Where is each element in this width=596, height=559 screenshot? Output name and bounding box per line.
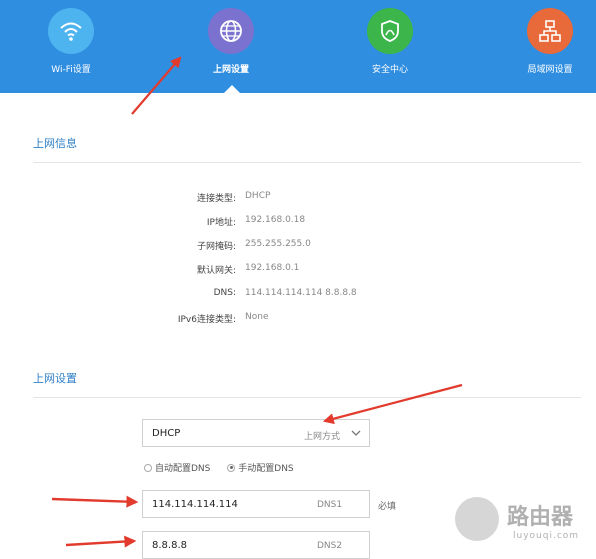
- required-label: 必填: [378, 502, 397, 512]
- info-value: 255.255.255.0: [245, 239, 311, 249]
- radio-label: 手动配置DNS: [238, 464, 294, 474]
- info-row-connection-type: 连接类型: DHCP: [0, 191, 596, 207]
- info-row-subnet: 子网掩码: 255.255.255.0: [0, 239, 596, 255]
- network-icon: [527, 8, 573, 54]
- info-label: 连接类型:: [196, 194, 236, 204]
- radio-manual-dns[interactable]: 手动配置DNS: [227, 461, 294, 474]
- watermark-text: 路由器: [507, 505, 574, 530]
- watermark-logo: [455, 497, 499, 541]
- dns2-tag: DNS2: [317, 541, 343, 551]
- info-label: IP地址:: [206, 218, 236, 228]
- dns-mode-radio-group: 自动配置DNS 手动配置DNS: [144, 461, 308, 475]
- info-label: IPv6连接类型:: [177, 315, 236, 325]
- dns1-input[interactable]: 114.114.114.114 DNS1: [142, 490, 370, 518]
- info-row-gateway: 默认网关: 192.168.0.1: [0, 263, 596, 279]
- dns1-tag: DNS1: [317, 500, 343, 510]
- radio-label: 自动配置DNS: [155, 464, 211, 474]
- connection-mode-value: DHCP: [152, 428, 181, 439]
- nav-label-internet: 上网设置: [212, 65, 249, 75]
- arrow-to-dns1: [51, 495, 139, 508]
- chevron-down-icon: [351, 430, 361, 436]
- info-section-title: 上网信息: [33, 137, 77, 150]
- nav-label-wifi: Wi-Fi设置: [51, 65, 91, 75]
- info-label: DNS:: [213, 288, 236, 298]
- info-value: DHCP: [245, 191, 271, 201]
- radio-auto-dns[interactable]: 自动配置DNS: [144, 461, 210, 474]
- arrow-to-mode-select: [322, 383, 463, 425]
- info-value: 192.168.0.18: [245, 215, 306, 225]
- info-row-ip: IP地址: 192.168.0.18: [0, 215, 596, 231]
- wifi-icon: [48, 8, 94, 54]
- globe-icon: [208, 8, 254, 54]
- nav-item-security[interactable]: 安全中心: [345, 8, 435, 75]
- info-row-ipv6: IPv6连接类型: None: [0, 312, 596, 328]
- nav-item-internet[interactable]: 上网设置: [186, 8, 276, 75]
- info-label: 默认网关:: [196, 266, 236, 276]
- settings-divider: [33, 397, 581, 398]
- nav-item-lan[interactable]: 局域网设置: [505, 8, 595, 75]
- radio-button[interactable]: [227, 463, 236, 472]
- nav-item-wifi[interactable]: Wi-Fi设置: [26, 8, 116, 75]
- dns2-input[interactable]: 8.8.8.8 DNS2: [142, 531, 370, 559]
- active-tab-pointer: [223, 85, 241, 94]
- connection-mode-select[interactable]: DHCP 上网方式: [142, 419, 370, 447]
- info-value: 192.168.0.1: [245, 263, 300, 273]
- shield-icon: [367, 8, 413, 54]
- info-row-dns: DNS: 114.114.114.114 8.8.8.8: [0, 288, 596, 304]
- info-value: 114.114.114.114 8.8.8.8: [245, 288, 357, 298]
- nav-label-lan: 局域网设置: [527, 65, 573, 75]
- dns1-value: 114.114.114.114: [152, 499, 238, 510]
- top-navigation: Wi-Fi设置 上网设置 安全中心 局域网设置: [0, 0, 596, 94]
- info-value: None: [245, 312, 269, 322]
- radio-button[interactable]: [144, 463, 152, 472]
- watermark: 路由器 luyouqi.com: [455, 495, 585, 551]
- settings-section-title: 上网设置: [33, 372, 77, 385]
- arrow-to-dns2: [65, 535, 137, 548]
- connection-mode-hint: 上网方式: [304, 432, 341, 442]
- info-label: 子网掩码:: [196, 242, 236, 252]
- dns2-value: 8.8.8.8: [152, 540, 187, 551]
- info-divider: [33, 162, 581, 163]
- nav-label-security: 安全中心: [371, 65, 408, 75]
- watermark-subtext: luyouqi.com: [513, 531, 580, 541]
